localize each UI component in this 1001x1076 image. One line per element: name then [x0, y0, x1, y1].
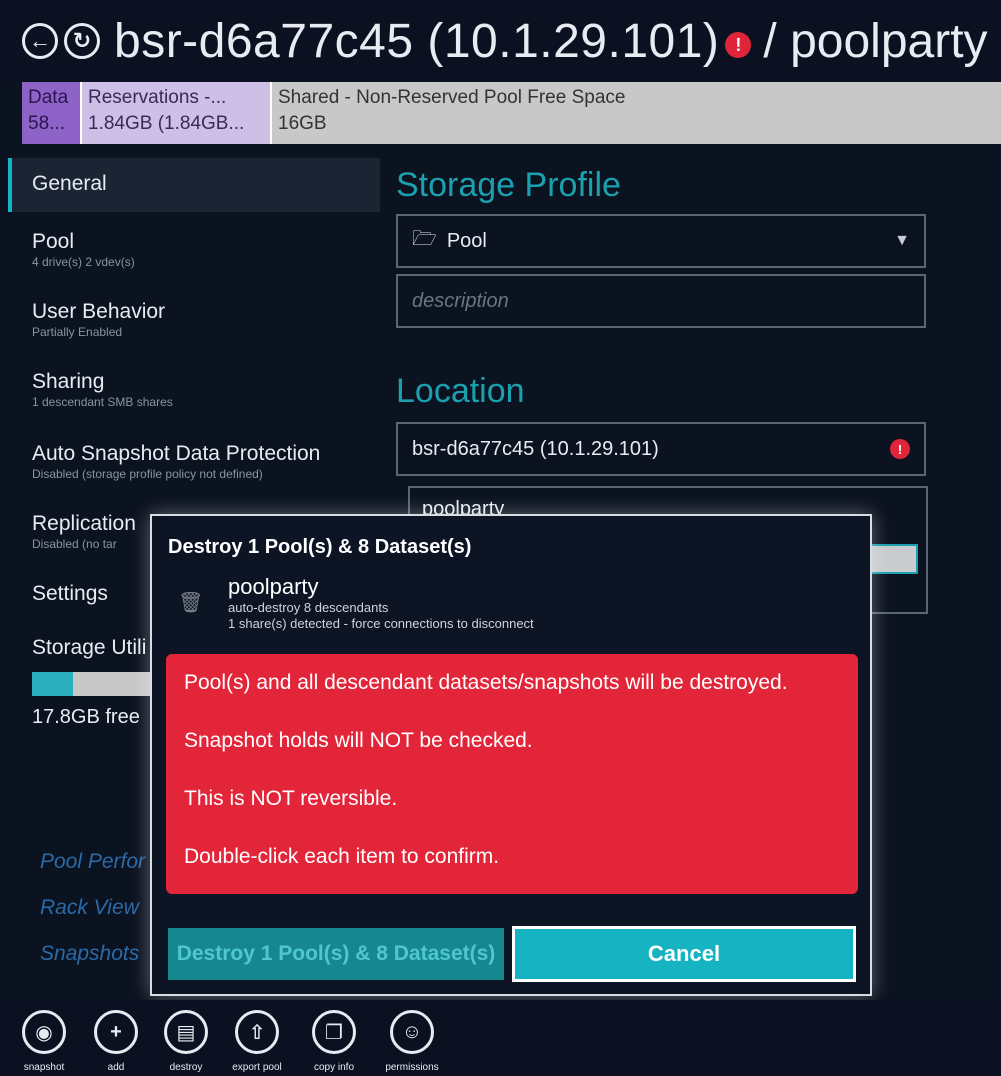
dialog-item-name[interactable]: poolparty	[228, 574, 319, 600]
alert-icon[interactable]: !	[725, 32, 752, 58]
dialog-title: Destroy 1 Pool(s) & 8 Dataset(s)	[168, 536, 472, 558]
bottom-toolbar: ◉ snapshot + add ▤ destroy ⇧ export pool…	[0, 1000, 1001, 1076]
sidebar-item-sub: 4 drive(s) 2 vdev(s)	[32, 255, 135, 269]
location-host-field[interactable]: bsr-d6a77c45 (10.1.29.101) !	[396, 422, 926, 476]
sidebar-item-pool[interactable]: Pool 4 drive(s) 2 vdev(s)	[8, 230, 380, 284]
link-snapshots[interactable]: Snapshots	[40, 942, 139, 966]
destroy-toolbar-button[interactable]: ▤ destroy	[156, 1010, 216, 1073]
usage-reservations-value: 1.84GB (1.84GB...	[88, 113, 245, 134]
sidebar-item-label: Pool	[32, 230, 75, 253]
trash-icon: 🗑	[178, 592, 204, 614]
usage-shared-value: 16GB	[278, 113, 327, 134]
sidebar-item-auto-snapshot[interactable]: Auto Snapshot Data Protection Disabled (…	[8, 442, 380, 496]
destroy-button[interactable]: Destroy 1 Pool(s) & 8 Dataset(s)	[168, 928, 504, 980]
link-rack-view[interactable]: Rack View	[40, 896, 139, 920]
export-icon: ⇧	[235, 1010, 279, 1054]
trash-icon: ▤	[164, 1010, 208, 1054]
dialog-item-sub-descendants: auto-destroy 8 descendants	[228, 600, 389, 615]
title-bar: ← ↻ bsr-d6a77c45 (10.1.29.101) ! / poolp…	[0, 0, 1001, 82]
warning-line: Pool(s) and all descendant datasets/snap…	[184, 671, 788, 694]
location-host-value: bsr-d6a77c45 (10.1.29.101)	[412, 437, 659, 460]
host-title: bsr-d6a77c45 (10.1.29.101)	[114, 14, 720, 68]
back-arrow-icon[interactable]: ←	[22, 23, 58, 59]
usage-segment-shared[interactable]: Shared - Non-Reserved Pool Free Space 16…	[270, 82, 1001, 144]
path-title: / poolparty	[763, 14, 988, 68]
sidebar-item-sub: Partially Enabled	[32, 325, 123, 339]
usage-segment-reservations[interactable]: Reservations -... 1.84GB (1.84GB...	[80, 82, 270, 144]
toolbar-label: export pool	[232, 1062, 282, 1073]
usage-data-label: Data	[28, 87, 69, 108]
copy-icon: ❐	[312, 1010, 356, 1054]
description-input[interactable]: description	[396, 274, 926, 328]
link-pool-performance[interactable]: Pool Perfor	[40, 850, 145, 874]
toolbar-label: add	[107, 1062, 125, 1073]
permissions-button[interactable]: ☺ permissions	[372, 1010, 452, 1073]
alert-icon[interactable]: !	[890, 439, 910, 459]
cancel-button[interactable]: Cancel	[512, 926, 856, 982]
location-heading: Location	[396, 372, 525, 410]
sidebar-item-label: Sharing	[32, 370, 105, 393]
dialog-item-sub-shares: 1 share(s) detected - force connections …	[228, 616, 534, 631]
sidebar-item-sub: 1 descendant SMB shares	[32, 395, 173, 409]
toolbar-label: copy info	[313, 1062, 355, 1073]
usage-segment-data[interactable]: Data 58...	[22, 82, 80, 144]
sidebar-item-user-behavior[interactable]: User Behavior Partially Enabled	[8, 300, 380, 354]
sidebar-item-general[interactable]: General	[8, 158, 380, 212]
storage-profile-heading: Storage Profile	[396, 166, 621, 204]
camera-icon: ◉	[22, 1010, 66, 1054]
snapshot-button[interactable]: ◉ snapshot	[14, 1010, 74, 1073]
sidebar-item-label: User Behavior	[32, 300, 166, 323]
destroy-dialog: Destroy 1 Pool(s) & 8 Dataset(s) 🗑 poolp…	[150, 514, 872, 996]
permissions-icon: ☺	[390, 1010, 434, 1054]
add-button[interactable]: + add	[86, 1010, 146, 1073]
toolbar-label: snapshot	[23, 1062, 65, 1073]
folder-icon: 🗁	[412, 228, 437, 250]
storage-utilization-fill	[32, 672, 73, 696]
plus-icon: +	[94, 1010, 138, 1054]
sidebar-item-sub: Disabled (storage profile policy not def…	[32, 467, 263, 481]
toolbar-label: permissions	[385, 1062, 439, 1073]
sidebar-item-sharing[interactable]: Sharing 1 descendant SMB shares	[8, 370, 380, 424]
warning-box: Pool(s) and all descendant datasets/snap…	[166, 654, 858, 894]
pool-usage-bar: Data 58... Reservations -... 1.84GB (1.8…	[22, 82, 1001, 144]
usage-reservations-label: Reservations -...	[88, 87, 227, 108]
warning-line: Snapshot holds will NOT be checked.	[184, 729, 533, 752]
sidebar-item-label: General	[32, 172, 107, 195]
chevron-down-icon: ▼	[894, 232, 910, 249]
description-placeholder: description	[412, 289, 509, 312]
storage-profile-value: Pool	[446, 229, 487, 252]
toolbar-label: destroy	[169, 1062, 203, 1073]
warning-line: This is NOT reversible.	[184, 787, 398, 810]
usage-data-value: 58...	[28, 113, 65, 134]
refresh-icon[interactable]: ↻	[64, 23, 100, 59]
warning-line: Double-click each item to confirm.	[184, 845, 500, 868]
copy-info-button[interactable]: ❐ copy info	[302, 1010, 366, 1073]
storage-free-text: 17.8GB free	[32, 706, 140, 728]
sidebar-item-label: Auto Snapshot Data Protection	[32, 442, 321, 465]
storage-profile-select[interactable]: 🗁 Pool ▼	[396, 214, 926, 268]
usage-shared-label: Shared - Non-Reserved Pool Free Space	[278, 87, 626, 108]
export-pool-button[interactable]: ⇧ export pool	[220, 1010, 294, 1073]
